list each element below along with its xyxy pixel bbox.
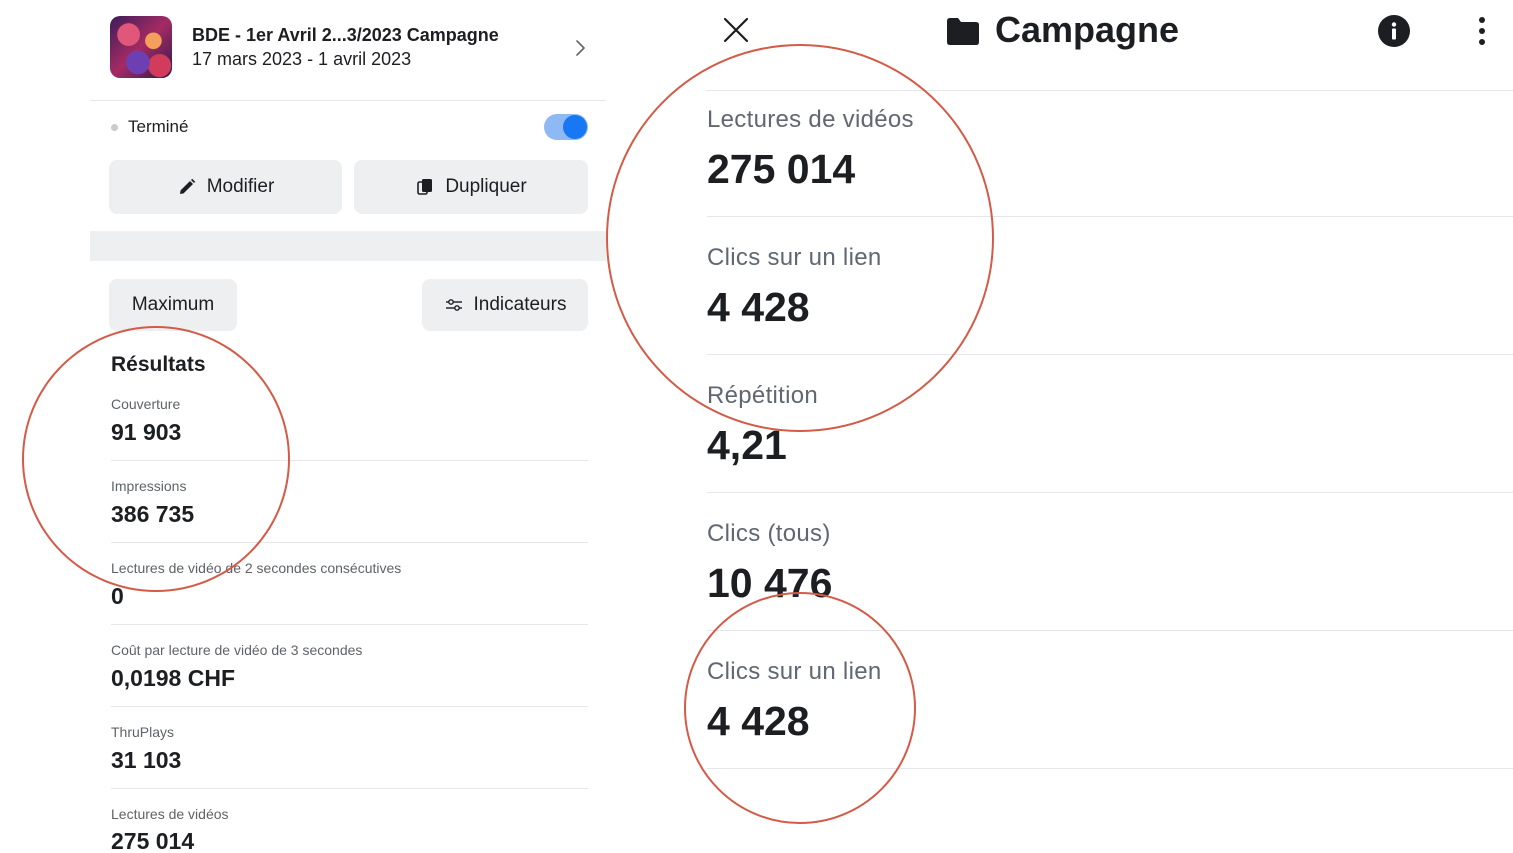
metric-label: Répétition [707,382,819,409]
divider [90,100,606,101]
divider [707,492,1513,493]
metric-value: 4 428 [707,698,810,744]
metric-value: 275 014 [111,828,195,853]
sliders-icon [445,299,462,311]
divider [111,460,588,461]
more-options-icon[interactable] [1474,14,1490,48]
campaign-dates: 17 mars 2023 - 1 avril 2023 [192,49,412,69]
metrics-button-label: Indicateurs [473,294,567,315]
divider [707,768,1513,769]
chevron-right-icon[interactable] [568,36,592,60]
edit-button-label: Modifier [206,176,275,197]
campaign-detail-panel: BDE - 1er Avril 2...3/2023 Campagne 17 m… [90,0,606,853]
metric-label: ThruPlays [111,724,175,740]
divider [111,706,588,707]
duplicate-button[interactable]: Dupliquer [354,160,588,214]
close-icon[interactable] [720,14,752,46]
metric-value: 275 014 [707,146,856,192]
divider [706,90,1513,91]
date-range-label: Maximum [131,294,215,315]
metric-value: 0,0198 CHF [111,665,236,691]
divider [111,542,588,543]
toggle-knob [563,115,587,139]
edit-button[interactable]: Modifier [109,160,342,214]
divider [707,354,1513,355]
divider [707,216,1513,217]
divider [707,630,1513,631]
metric-label: Couverture [111,396,181,412]
duplicate-icon [417,179,433,195]
date-range-button[interactable]: Maximum [109,279,237,331]
metric-label: Clics sur un lien [707,658,882,685]
metric-label: Clics sur un lien [707,244,882,271]
info-icon[interactable] [1378,15,1410,47]
metric-value: 386 735 [111,501,195,527]
metric-value: 10 476 [707,560,833,606]
metric-label: Impressions [111,478,187,494]
campaign-title[interactable]: BDE - 1er Avril 2...3/2023 Campagne [192,25,499,46]
metric-label: Clics (tous) [707,520,831,547]
pencil-icon [179,178,195,194]
campaign-toggle[interactable] [544,114,588,140]
results-title: Résultats [111,353,206,376]
status-label: Terminé [128,117,189,136]
metric-label: Lectures de vidéo de 2 secondes consécut… [111,560,402,576]
metric-value: 4,21 [707,422,787,468]
campaign-thumbnail[interactable] [110,16,172,78]
campaign-metrics-panel: Campagne Lectures de vidéos 275 014 Clic… [606,0,1513,853]
metric-label: Coût par lecture de vidéo de 3 secondes [111,642,363,658]
status-dot [111,124,118,131]
metric-value: 4 428 [707,284,810,330]
metric-label: Lectures de vidéos [111,806,229,822]
divider [111,788,588,789]
duplicate-button-label: Dupliquer [445,176,527,197]
metric-value: 31 103 [111,747,182,773]
metric-value: 0 [111,583,124,609]
folder-icon [947,18,979,45]
section-separator [90,231,606,261]
metric-label: Lectures de vidéos [707,106,914,133]
metric-value: 91 903 [111,419,182,445]
divider [111,624,588,625]
page-title: Campagne [995,9,1180,50]
metrics-button[interactable]: Indicateurs [422,279,588,331]
